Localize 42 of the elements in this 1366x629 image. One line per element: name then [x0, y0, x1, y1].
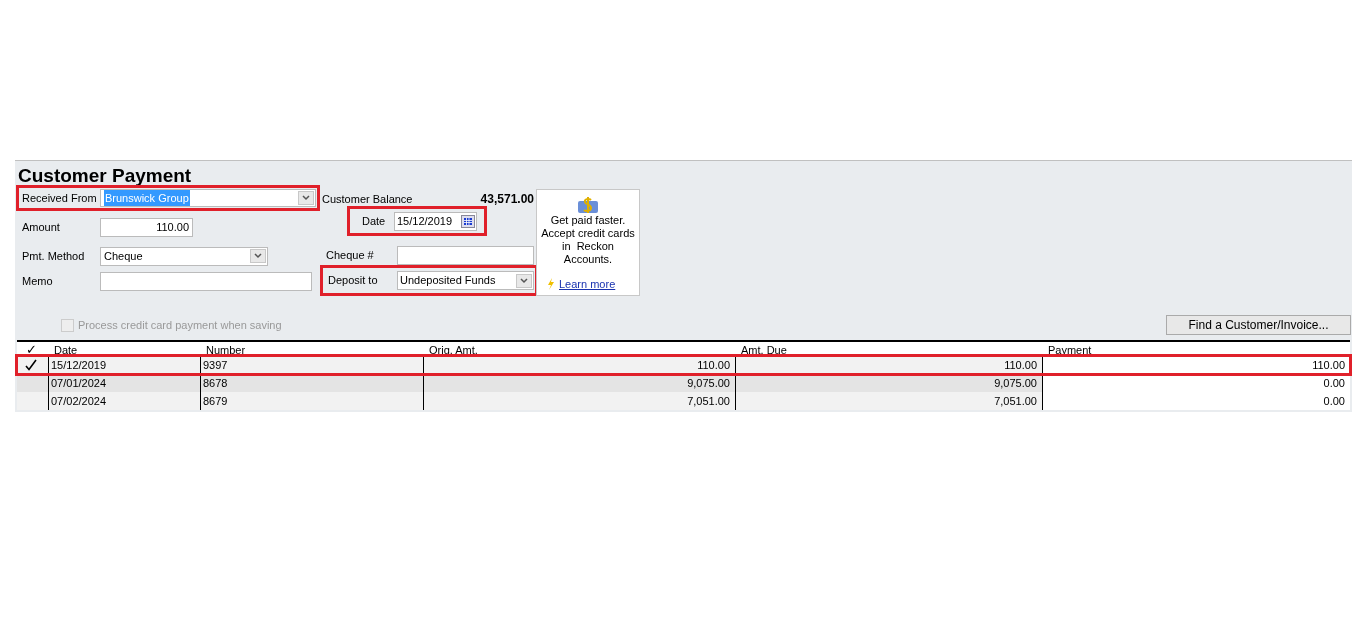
table-cell: 07/02/2024: [48, 392, 200, 410]
promo-text: Get paid faster. Accept credit cards in Reckon Accounts.: [540, 214, 636, 266]
field-label: Pmt. Method: [21, 248, 86, 264]
caret-icon[interactable]: [298, 191, 314, 205]
table-row[interactable]: 07/02/2024 8679 7,051.00 7,051.00 0.00: [17, 392, 1350, 410]
memo-field[interactable]: [100, 271, 312, 291]
checkmark-icon[interactable]: [25, 359, 37, 371]
table-cell: 8679: [200, 392, 423, 410]
caret-icon[interactable]: [250, 249, 266, 263]
field-label: Date: [361, 213, 387, 229]
field-label: Cheque #: [325, 247, 375, 263]
cheque-number-field[interactable]: [397, 245, 534, 265]
calendar-icon[interactable]: [461, 214, 475, 228]
checkbox-label: Process credit card payment when saving: [78, 317, 282, 333]
table-cell: 15/12/2019: [48, 356, 200, 374]
column-header: Date: [53, 344, 79, 356]
column-header: ✓: [25, 343, 38, 356]
table-cell: 7,051.00: [423, 392, 735, 410]
table-row[interactable]: 15/12/2019 9397 110.00 110.00 110.00: [17, 356, 1350, 374]
column-header: Amt. Due: [740, 344, 788, 356]
dollar-card-icon: [577, 196, 599, 214]
payment-method-dropdown[interactable]: Cheque: [100, 246, 268, 266]
amount-field[interactable]: 110.00: [100, 217, 193, 237]
date-field[interactable]: 15/12/2019: [394, 211, 477, 231]
field-label: Memo: [21, 273, 54, 289]
field-label: Customer Balance: [322, 191, 413, 207]
balance-value: 43,571.00: [480, 191, 535, 208]
find-customer-button[interactable]: Find a Customer/Invoice...: [1166, 315, 1351, 335]
field-label: Received From: [21, 190, 98, 206]
table-cell: 110.00: [423, 356, 735, 374]
table-cell: 110.00: [1042, 356, 1350, 374]
caret-icon[interactable]: [516, 273, 532, 288]
column-header: Payment: [1047, 344, 1093, 356]
column-header: Number: [205, 344, 247, 356]
table-cell: 0.00: [1042, 392, 1350, 410]
field-label: Amount: [21, 219, 61, 235]
field-label: Deposit to: [327, 273, 379, 289]
deposit-to-dropdown[interactable]: Undeposited Funds: [397, 271, 534, 290]
lightning-icon: [547, 278, 555, 291]
table-cell: 9397: [200, 356, 423, 374]
learn-more-link[interactable]: Learn more: [559, 276, 616, 293]
window-title: Customer Payment: [17, 164, 193, 187]
